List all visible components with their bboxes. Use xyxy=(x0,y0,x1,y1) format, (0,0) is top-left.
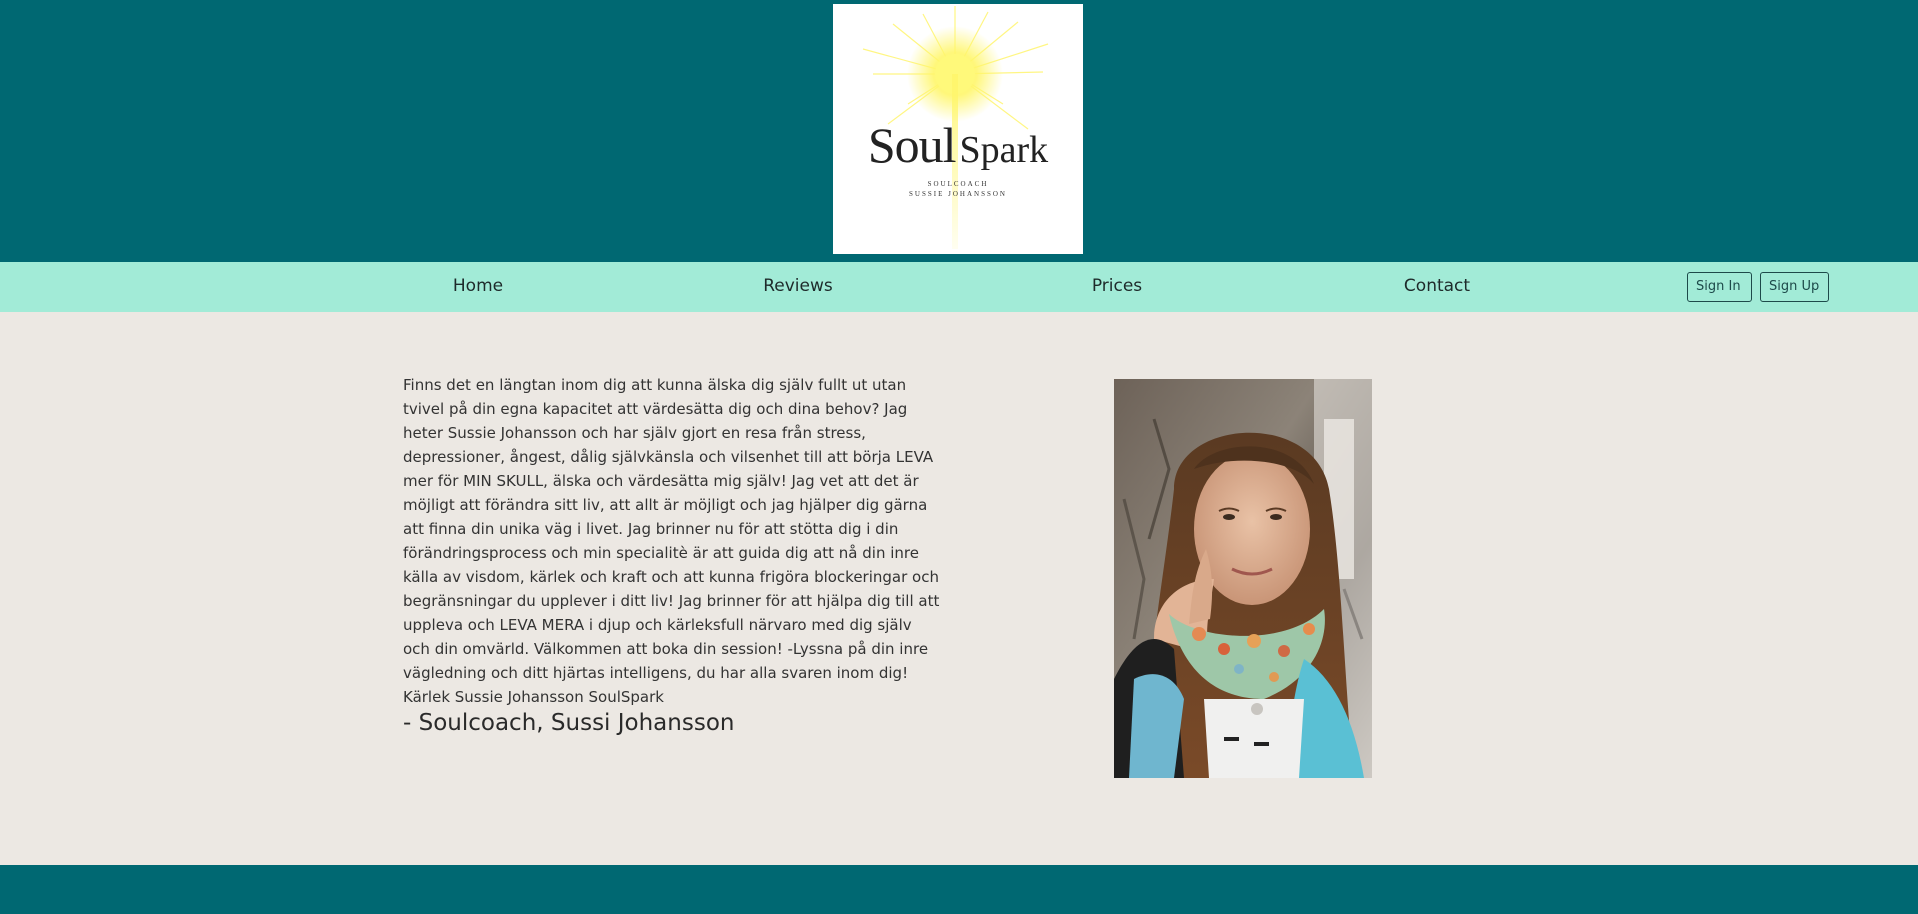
soulspark-logo[interactable]: Soul Spark SOULCOACH SUSSIE JOHANSSON xyxy=(833,4,1083,254)
nav-prices[interactable]: Prices xyxy=(1092,262,1142,312)
logo-subtitle-2: SUSSIE JOHANSSON xyxy=(909,190,1007,198)
nav-contact[interactable]: Contact xyxy=(1404,262,1470,312)
bio-text: Finns det en längtan inom dig att kunna … xyxy=(403,376,940,706)
sign-up-button[interactable]: Sign Up xyxy=(1760,272,1829,302)
site-header: Soul Spark SOULCOACH SUSSIE JOHANSSON xyxy=(0,0,1918,262)
signature: - Soulcoach, Sussi Johansson xyxy=(403,710,735,736)
logo-word-spark: Spark xyxy=(959,129,1049,171)
logo-wordmark: Soul Spark xyxy=(833,116,1083,174)
nav-reviews[interactable]: Reviews xyxy=(763,262,833,312)
main-navbar: Home Reviews Prices Contact Sign In Sign… xyxy=(0,262,1918,312)
site-footer xyxy=(0,865,1918,914)
logo-subtitle-1: SOULCOACH xyxy=(927,180,989,188)
sign-in-button[interactable]: Sign In xyxy=(1687,272,1752,302)
nav-home[interactable]: Home xyxy=(453,262,503,312)
portrait-photo xyxy=(1114,379,1372,778)
logo-word-soul: Soul xyxy=(867,117,957,173)
